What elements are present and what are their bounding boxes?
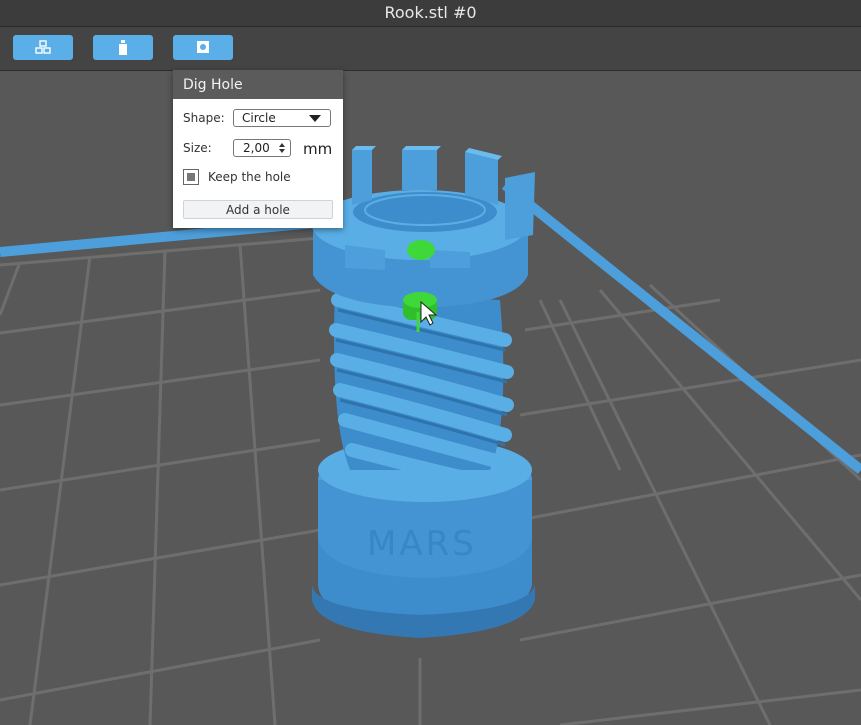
size-unit: mm <box>303 140 333 158</box>
dig-hole-button[interactable] <box>173 35 233 60</box>
keep-hole-checkbox[interactable] <box>183 169 199 185</box>
dig-hole-panel: Dig Hole Shape: Circle Size: 2,00 mm Kee… <box>173 70 343 228</box>
keep-hole-label[interactable]: Keep the hole <box>208 170 291 184</box>
3d-viewport[interactable]: MARS <box>0 71 861 725</box>
checkbox-mark <box>187 173 195 181</box>
support-generation-button[interactable] <box>13 35 73 60</box>
window-title-bar: Rook.stl #0 <box>0 0 861 27</box>
bottle-icon <box>119 39 127 55</box>
chevron-down-icon <box>309 115 321 122</box>
toolbar <box>0 27 861 71</box>
scene-canvas[interactable]: MARS <box>0 71 861 725</box>
spin-down-icon[interactable] <box>279 149 285 153</box>
shape-select-value: Circle <box>242 111 276 125</box>
size-spinbox[interactable]: 2,00 <box>233 139 291 157</box>
square-hole-icon <box>197 40 209 53</box>
model-engraving: MARS <box>367 524 477 564</box>
app-window: Rook.stl #0 MARS Dig Hole Shape: Circle … <box>0 0 861 725</box>
rook-model[interactable]: MARS <box>312 146 535 638</box>
window-title: Rook.stl #0 <box>384 3 477 22</box>
shape-label: Shape: <box>183 111 225 125</box>
cubes-icon <box>35 39 51 54</box>
spin-up-icon[interactable] <box>279 143 285 147</box>
hollowing-button[interactable] <box>93 35 153 60</box>
shape-select[interactable]: Circle <box>233 109 331 127</box>
size-label: Size: <box>183 141 212 155</box>
size-value: 2,00 <box>243 141 270 155</box>
panel-title: Dig Hole <box>173 70 343 99</box>
add-hole-button[interactable]: Add a hole <box>183 200 333 219</box>
